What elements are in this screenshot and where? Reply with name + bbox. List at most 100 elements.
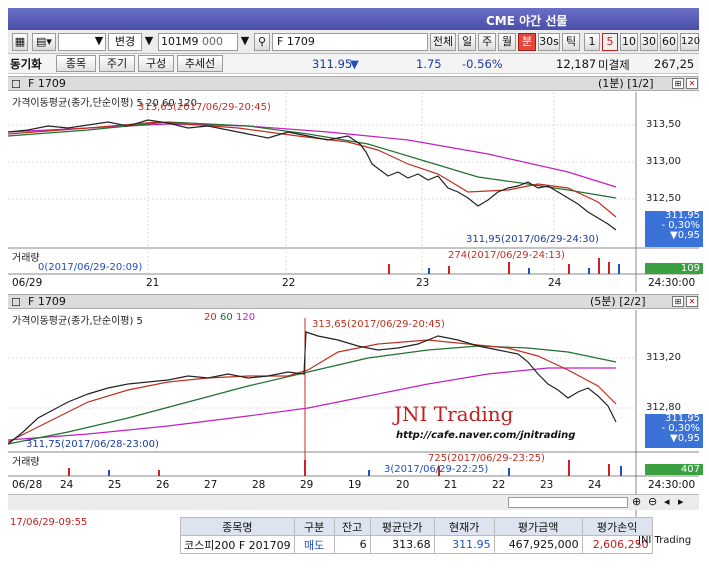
sync-label[interactable]: 동기화 <box>10 56 42 72</box>
col-eval-pnl: 평가손익 <box>581 517 653 536</box>
tick-button[interactable]: 틱 <box>562 33 580 51</box>
open-interest-value: 267,25 <box>654 57 695 71</box>
pane2-xtick-11: 23 <box>540 479 554 491</box>
scroll-right-icon[interactable]: ▸ <box>678 495 684 508</box>
pane2-volume-label: 거래량 <box>12 457 40 468</box>
price-change: 1.75 <box>416 57 442 71</box>
chevron-down-icon[interactable]: ▼ <box>238 33 252 51</box>
code-field[interactable]: 101M9 000 <box>158 33 238 51</box>
period-120[interactable]: 120 <box>680 33 700 51</box>
table-row[interactable]: 코스피200 F 201709 매도 6 313.68 311.95 467,9… <box>180 535 653 554</box>
cell-type: 매도 <box>293 535 335 554</box>
period-button[interactable]: 주기 <box>99 55 135 72</box>
period-5[interactable]: 5 <box>602 33 618 51</box>
maximize-icon[interactable]: ⊞ <box>672 296 684 307</box>
pane2-xtick-8: 20 <box>396 479 410 491</box>
chevron-down-icon[interactable]: ▼ <box>92 33 106 51</box>
pane1-volume-label: 거래량 <box>12 253 40 264</box>
pane2-symbol: F 1709 <box>28 295 66 308</box>
pane1-low-label: 311,95(2017/06/29-24:30) <box>466 234 599 245</box>
period-10[interactable]: 10 <box>620 33 638 51</box>
pane2-xtick-3: 26 <box>156 479 170 491</box>
col-name: 종목명 <box>180 517 295 536</box>
pane2-ytick-1: 312,80 <box>646 402 681 413</box>
chart-scrollbar[interactable]: ⊕ ⊖ ◂ ▸ <box>8 494 699 510</box>
pane2-volume-high: 725(2017/06/29-23:25) <box>428 453 545 464</box>
watermark-title: JNI Trading <box>394 402 514 426</box>
pane1-period: (1분) [1/2] <box>598 77 654 90</box>
period-30[interactable]: 30 <box>640 33 658 51</box>
pane1-volume-low: 0(2017/06/29-20:09) <box>38 262 143 273</box>
pane2-xtick-12: 24 <box>588 479 602 491</box>
save-icon[interactable]: ▤▾ <box>32 33 56 51</box>
pane2-ma120-label: 120 <box>236 312 256 323</box>
minute-button[interactable]: 분 <box>518 33 536 51</box>
ma120-line <box>7 123 617 188</box>
pane2-header: ☐ F 1709 (5분) [2/2] ⊞ ✕ <box>8 294 699 309</box>
scroll-thumb[interactable] <box>508 497 628 508</box>
zoom-in-icon[interactable]: ⊕ <box>632 495 641 508</box>
pane1-symbol: F 1709 <box>28 77 66 90</box>
day-button[interactable]: 일 <box>458 33 476 51</box>
symbol-field[interactable]: F 1709 <box>272 33 428 51</box>
col-eval-amount: 평가금액 <box>493 517 583 536</box>
maximize-icon[interactable]: ⊞ <box>672 78 684 89</box>
quote-bar: 동기화 종목 주기 구성 추세선 311.95 ▼ 1.75 -0.56% 12… <box>8 54 699 74</box>
close-icon[interactable]: ✕ <box>686 78 698 89</box>
cell-balance: 6 <box>333 535 371 554</box>
pane1-high-label: 313,65(2017/06/29-20:45) <box>138 102 271 113</box>
pane2-xtick-5: 28 <box>252 479 266 491</box>
col-current: 현재가 <box>433 517 495 536</box>
checkbox-icon[interactable]: ☐ <box>11 78 21 91</box>
pane2-xtick-2: 25 <box>108 479 122 491</box>
position-table: 종목명 구분 잔고 평균단가 현재가 평가금액 평가손익 코스피200 F 20… <box>180 517 653 554</box>
pane1-volume-box: 109 <box>645 263 703 274</box>
pane1-ytick-1: 313,00 <box>646 156 681 167</box>
checkbox-icon[interactable]: ☐ <box>11 296 21 309</box>
pane2-low-label: 311,75(2017/06/28-23:00) <box>26 439 159 450</box>
pane2-xtick-13: 24:30:00 <box>648 479 696 491</box>
pane2-ma60-label: 60 <box>220 312 233 323</box>
cell-current: 311.95 <box>433 535 495 554</box>
code-value: 101M9 <box>161 35 199 48</box>
pane2-chart: 가격이동평균(종가,단순이평) 5 20 60 120 313,65(2017/… <box>7 310 703 517</box>
position-panel: 17/06/29-09:55 종목명 구분 잔고 평균단가 현재가 평가금액 평… <box>8 517 699 570</box>
pane2-ma-label: 가격이동평균(종가,단순이평) 5 <box>12 316 143 327</box>
toolbar: ▦ ▤▾ ▼ 변경 ▼ 101M9 000 ▼ ⚲ F 1709 전체 일 주 … <box>8 30 700 54</box>
pane1-price-box-change: ▼0,95 <box>670 230 700 241</box>
pane1-volume-high: 274(2017/06/29-24:13) <box>448 250 565 261</box>
col-balance: 잔고 <box>333 517 371 536</box>
chevron-down-icon[interactable]: ▼ <box>142 33 156 51</box>
pane1-xtick-0: 06/29 <box>12 277 43 289</box>
mode-select[interactable]: 변경 <box>108 33 142 51</box>
grid-icon[interactable]: ▦ <box>12 33 28 51</box>
zoom-out-icon[interactable]: ⊖ <box>648 495 657 508</box>
item-button[interactable]: 종목 <box>56 55 96 72</box>
all-button[interactable]: 전체 <box>430 33 456 51</box>
price-line <box>7 331 617 445</box>
close-icon[interactable]: ✕ <box>686 296 698 307</box>
config-button[interactable]: 구성 <box>138 55 174 72</box>
col-type: 구분 <box>293 517 335 536</box>
pane1-ytick-0: 313,50 <box>646 119 681 130</box>
search-icon[interactable]: ⚲ <box>254 33 270 51</box>
price-line <box>7 119 617 231</box>
pane2-volume-low: 3(2017/06/29-22:25) <box>384 464 489 475</box>
cell-name: 코스피200 F 201709 <box>180 535 295 554</box>
period-1[interactable]: 1 <box>584 33 600 51</box>
period-60[interactable]: 60 <box>660 33 678 51</box>
pane2-xtick-1: 24 <box>60 479 74 491</box>
month-button[interactable]: 월 <box>498 33 516 51</box>
overlay-label: JNI Trading <box>638 535 692 546</box>
pane2-xtick-0: 06/28 <box>12 479 43 491</box>
pane2-ytick-0: 313,20 <box>646 352 681 363</box>
pane1-ytick-2: 312,50 <box>646 193 681 204</box>
down-arrow-icon: ▼ <box>350 57 359 71</box>
pane2-high-label: 313,65(2017/06/29-20:45) <box>312 319 445 330</box>
pane2-volume-box: 407 <box>645 464 703 475</box>
week-button[interactable]: 주 <box>478 33 496 51</box>
trendline-button[interactable]: 추세선 <box>177 55 223 72</box>
30s-button[interactable]: 30s <box>538 33 560 51</box>
scroll-left-icon[interactable]: ◂ <box>664 495 670 508</box>
change-percent: -0.56% <box>462 57 503 71</box>
